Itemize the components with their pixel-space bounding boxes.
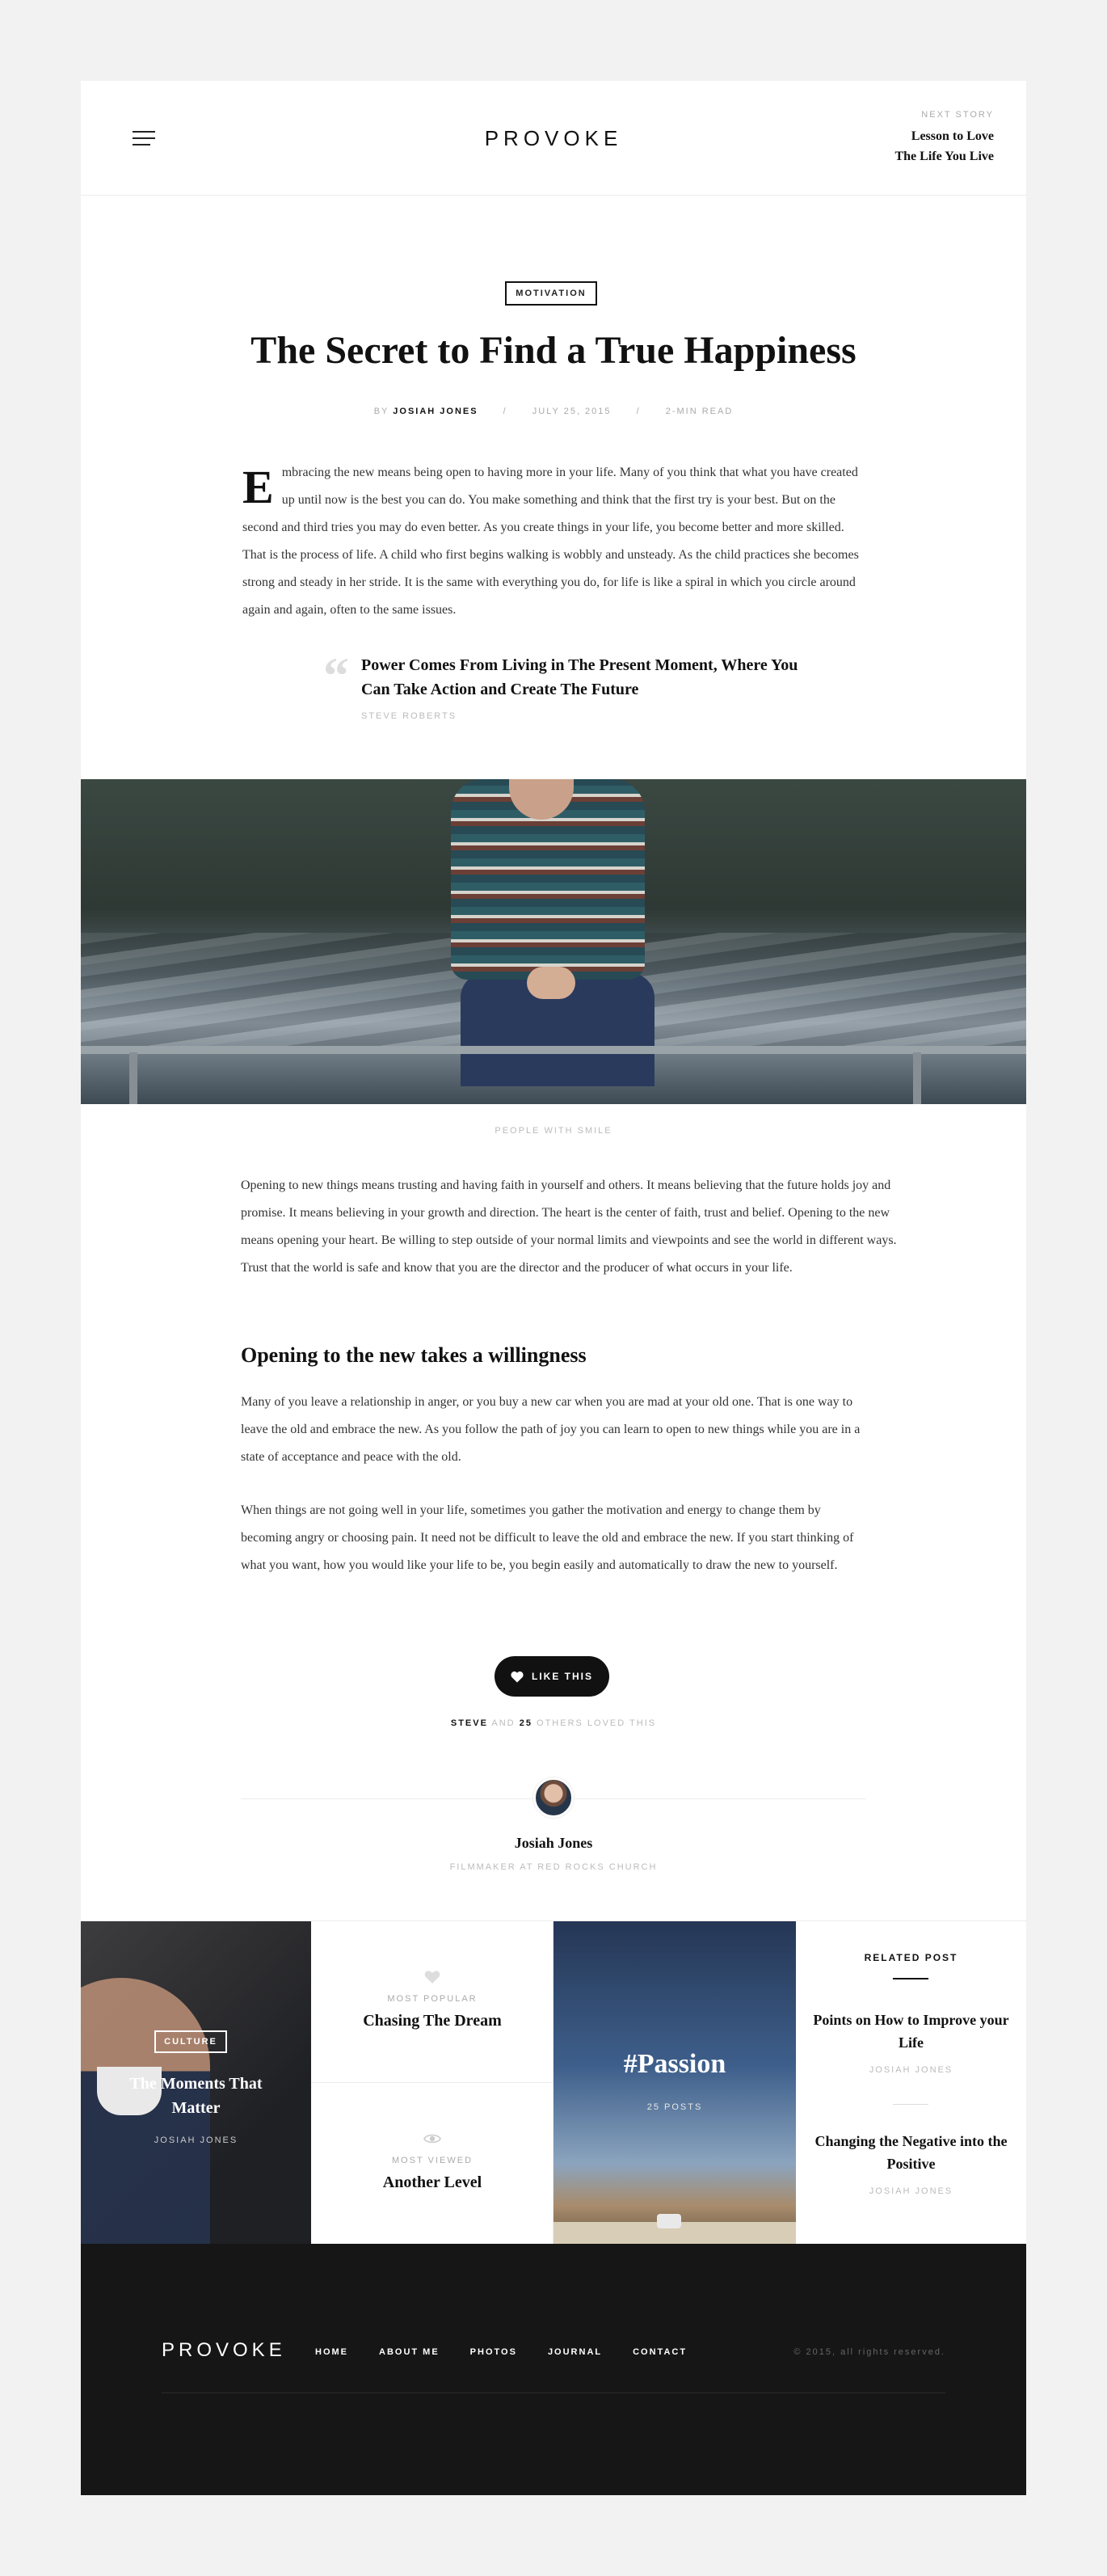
next-story[interactable]: NEXT STORY Lesson to Love The Life You L… — [816, 110, 994, 167]
loved-and: AND — [491, 1718, 516, 1728]
dropcap: E — [242, 461, 274, 513]
culture-author: JOSIAH JONES — [154, 2135, 238, 2145]
passion-tile[interactable]: #Passion 25 POSTS — [554, 1921, 796, 2245]
passion-post-count: 25 POSTS — [646, 2102, 703, 2112]
meta-separator: / — [503, 407, 507, 416]
article-subheading: Opening to the new takes a willingness — [241, 1343, 587, 1367]
intro-paragraph: E mbracing the new means being open to h… — [242, 459, 861, 624]
article-hero-image — [81, 779, 1026, 1104]
copyright: © 2015, all rights reserved. — [793, 2347, 945, 2357]
next-story-label: NEXT STORY — [921, 110, 994, 120]
loved-number: 25 — [519, 1718, 532, 1728]
article-meta: BY JOSIAH JONES / JULY 25, 2015 / 2-MIN … — [81, 407, 1026, 416]
page-container: PROVOKE NEXT STORY Lesson to Love The Li… — [81, 81, 1026, 2495]
related-post-tile: RELATED POST Points on How to Improve yo… — [796, 1921, 1026, 2245]
author-role: FILMMAKER AT RED ROCKS CHURCH — [449, 1862, 658, 1872]
most-viewed-label: MOST VIEWED — [391, 2156, 474, 2165]
meta-date: JULY 25, 2015 — [532, 407, 612, 416]
author-name[interactable]: Josiah Jones — [81, 1835, 1026, 1852]
body-paragraph-4: When things are not going well in your l… — [241, 1503, 854, 1572]
related-post-title[interactable]: Points on How to Improve your Life — [812, 2009, 1010, 2054]
footer-nav-home[interactable]: HOME — [315, 2347, 348, 2357]
hero-railing — [81, 1046, 1026, 1054]
passion-tile-car — [657, 2214, 681, 2228]
quote-author: STEVE ROBERTS — [361, 711, 457, 721]
related-post-author: JOSIAH JONES — [869, 2186, 953, 2196]
quote-mark-icon: “ — [323, 647, 349, 704]
eye-icon — [423, 2134, 441, 2144]
footer-nav-about[interactable]: ABOUT ME — [379, 2347, 440, 2357]
author-avatar[interactable] — [533, 1777, 574, 1818]
related-grid: CULTURE The Moments That Matter JOSIAH J… — [81, 1920, 1026, 2245]
like-button-label: LIKE THIS — [531, 1671, 593, 1682]
image-caption: PEOPLE WITH SMILE — [495, 1126, 612, 1136]
next-story-title-line1: Lesson to Love — [911, 129, 994, 143]
pull-quote: “ Power Comes From Living in The Present… — [323, 647, 808, 722]
passion-title[interactable]: #Passion — [554, 2049, 796, 2080]
footer-nav-contact[interactable]: CONTACT — [633, 2347, 687, 2357]
category-badge[interactable]: MOTIVATION — [505, 281, 597, 306]
meta-read-time: 2-MIN READ — [665, 407, 734, 416]
related-post-title[interactable]: Changing the Negative into the Positive — [812, 2130, 1010, 2175]
most-viewed-title[interactable]: Another Level — [311, 2173, 554, 2192]
most-viewed-card[interactable]: MOST VIEWED Another Level — [311, 2083, 554, 2245]
article-title: The Secret to Find a True Happiness — [250, 329, 857, 372]
footer-nav-photos[interactable]: PHOTOS — [470, 2347, 517, 2357]
heart-icon — [511, 1671, 524, 1682]
popular-viewed-tile: MOST POPULAR Chasing The Dream MOST VIEW… — [311, 1921, 554, 2245]
quote-text: Power Comes From Living in The Present M… — [361, 656, 798, 698]
intro-text: mbracing the new means being open to hav… — [242, 466, 859, 617]
footer-nav: HOME ABOUT ME PHOTOS JOURNAL CONTACT — [315, 2347, 687, 2357]
footer-nav-journal[interactable]: JOURNAL — [548, 2347, 602, 2357]
related-post-rule — [893, 1978, 928, 1979]
next-story-title[interactable]: Lesson to Love The Life You Live — [816, 126, 994, 167]
culture-tile[interactable]: CULTURE The Moments That Matter JOSIAH J… — [81, 1921, 311, 2245]
hero-railing-post — [913, 1052, 921, 1104]
most-popular-title[interactable]: Chasing The Dream — [311, 2012, 554, 2030]
meta-by: BY — [373, 407, 389, 416]
heart-icon — [424, 1971, 440, 1984]
next-story-title-line2: The Life You Live — [894, 150, 994, 163]
loved-count: STEVE AND 25 OTHERS LOVED THIS — [81, 1718, 1026, 1728]
site-header: PROVOKE NEXT STORY Lesson to Love The Li… — [81, 81, 1026, 196]
site-footer: PROVOKE HOME ABOUT ME PHOTOS JOURNAL CON… — [81, 2244, 1026, 2495]
loved-rest: OTHERS LOVED THIS — [537, 1718, 657, 1728]
body-paragraph-2: Opening to new things means trusting and… — [241, 1178, 897, 1275]
hero-person-hands — [527, 967, 575, 999]
hero-railing-post — [129, 1052, 137, 1104]
most-popular-label: MOST POPULAR — [387, 1994, 478, 2004]
meta-author-link[interactable]: JOSIAH JONES — [393, 407, 478, 416]
most-popular-card[interactable]: MOST POPULAR Chasing The Dream — [311, 1921, 554, 2083]
culture-badge[interactable]: CULTURE — [154, 2030, 227, 2053]
meta-separator: / — [636, 407, 641, 416]
related-post-heading: RELATED POST — [864, 1952, 958, 1963]
loved-name[interactable]: STEVE — [451, 1718, 488, 1728]
culture-title[interactable]: The Moments That Matter — [113, 2072, 279, 2120]
footer-logo[interactable]: PROVOKE — [162, 2339, 286, 2362]
related-post-divider — [893, 2104, 928, 2105]
body-paragraph-3: Many of you leave a relationship in ange… — [241, 1395, 861, 1464]
related-post-author: JOSIAH JONES — [869, 2065, 953, 2075]
like-button[interactable]: LIKE THIS — [495, 1656, 609, 1697]
